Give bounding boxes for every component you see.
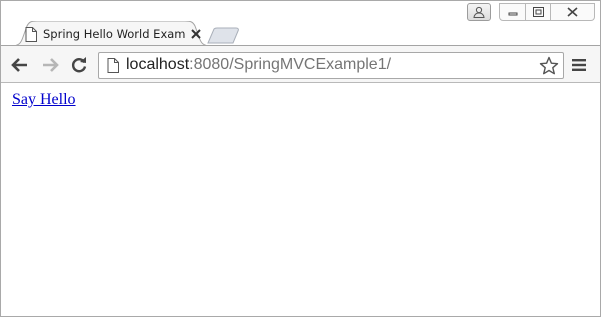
url-path: :8080/SpringMVCExample1/ [189,56,392,73]
forward-button[interactable] [39,54,61,76]
browser-toolbar: localhost:8080/SpringMVCExample1/ [1,45,600,83]
close-window-icon [567,7,578,17]
back-button[interactable] [9,54,31,76]
hamburger-icon [572,59,586,71]
close-icon[interactable] [189,27,203,41]
star-icon[interactable] [539,56,559,76]
page-icon [25,26,37,42]
title-bar: Spring Hello World Examp [1,1,600,46]
restore-icon [532,7,544,17]
close-window-button[interactable] [551,3,595,21]
restore-button[interactable] [526,3,551,21]
profile-button[interactable] [467,3,491,21]
page-content: Say Hello [2,84,599,314]
say-hello-link[interactable]: Say Hello [12,91,76,109]
window-controls [499,3,595,21]
url-host: localhost [126,56,190,73]
url-text[interactable]: localhost:8080/SpringMVCExample1/ [126,56,391,74]
minimize-icon [508,12,517,16]
page-icon [107,58,119,73]
minimize-button[interactable] [499,3,526,21]
person-icon [473,6,485,18]
reload-button[interactable] [68,54,90,76]
tab-content[interactable]: Spring Hello World Examp [25,24,205,44]
arrow-right-icon [43,58,59,72]
arrow-left-icon [11,58,27,72]
tab-title: Spring Hello World Examp [43,27,185,41]
new-tab-button[interactable] [206,27,240,44]
reload-icon [71,57,87,73]
address-bar[interactable]: localhost:8080/SpringMVCExample1/ [98,52,564,79]
browser-window: Spring Hello World Examp localhost:8080/… [0,0,601,317]
menu-button[interactable] [570,56,588,74]
